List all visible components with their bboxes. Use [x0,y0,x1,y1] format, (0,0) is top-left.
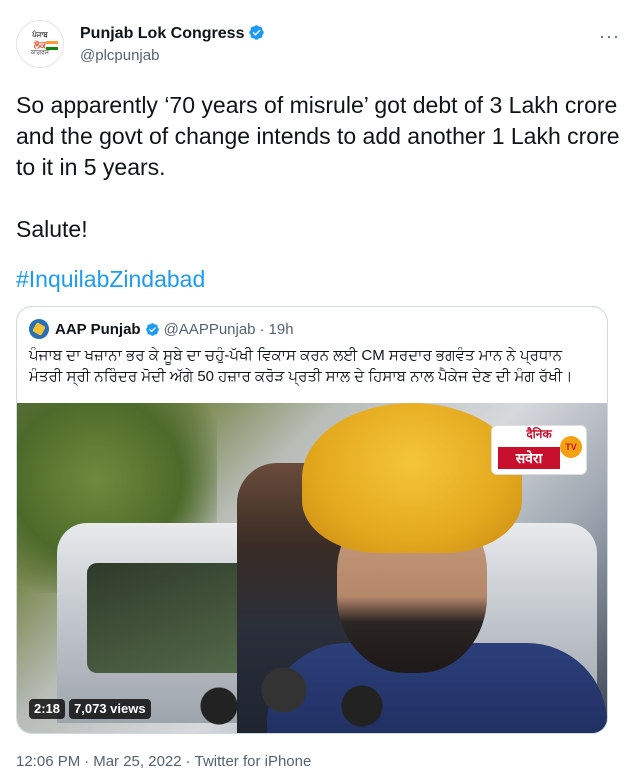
author-avatar[interactable]: ਪੰਜਾਬ ਲੋਕ ਕਾਂਗਰਸ [16,20,64,68]
video-meta: 2:18 7,073 views [29,699,151,719]
hashtag-link[interactable]: #InquilabZindabad [16,264,205,295]
quoted-tweet-text: ਪੰਜਾਬ ਦਾ ਖਜ਼ਾਨਾ ਭਰ ਕੇ ਸੂਬੇ ਦਾ ਚਹੁੰ-ਪੱਖੀ … [29,347,573,385]
tweet-text: So apparently ‘70 years of misrule’ got … [16,92,620,242]
video-views: 7,073 views [69,699,151,719]
tweet-footer: 12:06 PM · Mar 25, 2022 · Twitter for iPhone [16,752,311,772]
avatar-text-line1: ਪੰਜਾਬ [32,31,48,39]
author-handle[interactable]: @plcpunjab [80,46,265,66]
video-duration: 2:18 [29,699,66,719]
tv-icon: TV [560,436,582,458]
more-options-icon[interactable]: ··· [599,26,620,47]
video-player[interactable]: दैनिक सवेरा TV 2:18 7,073 views [17,403,607,733]
quoted-author-avatar[interactable] [29,319,49,339]
separator-dot: · [259,320,265,338]
avatar-text-line3: ਕਾਂਗਰਸ [31,49,49,56]
video-frame-microphones [167,658,427,733]
tweet-source[interactable]: Twitter for iPhone [195,753,312,770]
channel-logo: दैनिक सवेरा TV [491,425,587,475]
quoted-tweet-header: AAP Punjab @AAPPunjab · 19h [29,319,294,339]
author-name[interactable]: Punjab Lok Congress [80,25,244,42]
broom-icon [32,322,46,336]
separator-dot: · [84,753,90,770]
separator-dot: · [185,753,191,770]
verified-badge-icon [249,25,265,40]
flag-icon [46,41,58,50]
tweet-time[interactable]: 12:06 PM [16,753,80,770]
quoted-author-handle[interactable]: @AAPPunjab [164,321,256,338]
verified-badge-icon [145,322,159,336]
tweet-date[interactable]: Mar 25, 2022 [93,753,181,770]
quoted-tweet[interactable]: AAP Punjab @AAPPunjab · 19h ਪੰਜਾਬ ਦਾ ਖਜ਼… [16,306,608,734]
tweet-header: ਪੰਜਾਬ ਲੋਕ ਕਾਂਗਰਸ Punjab Lok Congress @pl… [16,12,624,68]
quoted-timestamp[interactable]: 19h [269,321,294,338]
author-block: Punjab Lok Congress @plcpunjab [80,24,265,66]
quoted-author-name[interactable]: AAP Punjab [55,321,141,338]
channel-logo-bottom: सवेरा [498,447,560,469]
avatar-text-line2: ਲੋਕ [33,39,47,50]
video-frame-speaker-turban [302,403,522,553]
